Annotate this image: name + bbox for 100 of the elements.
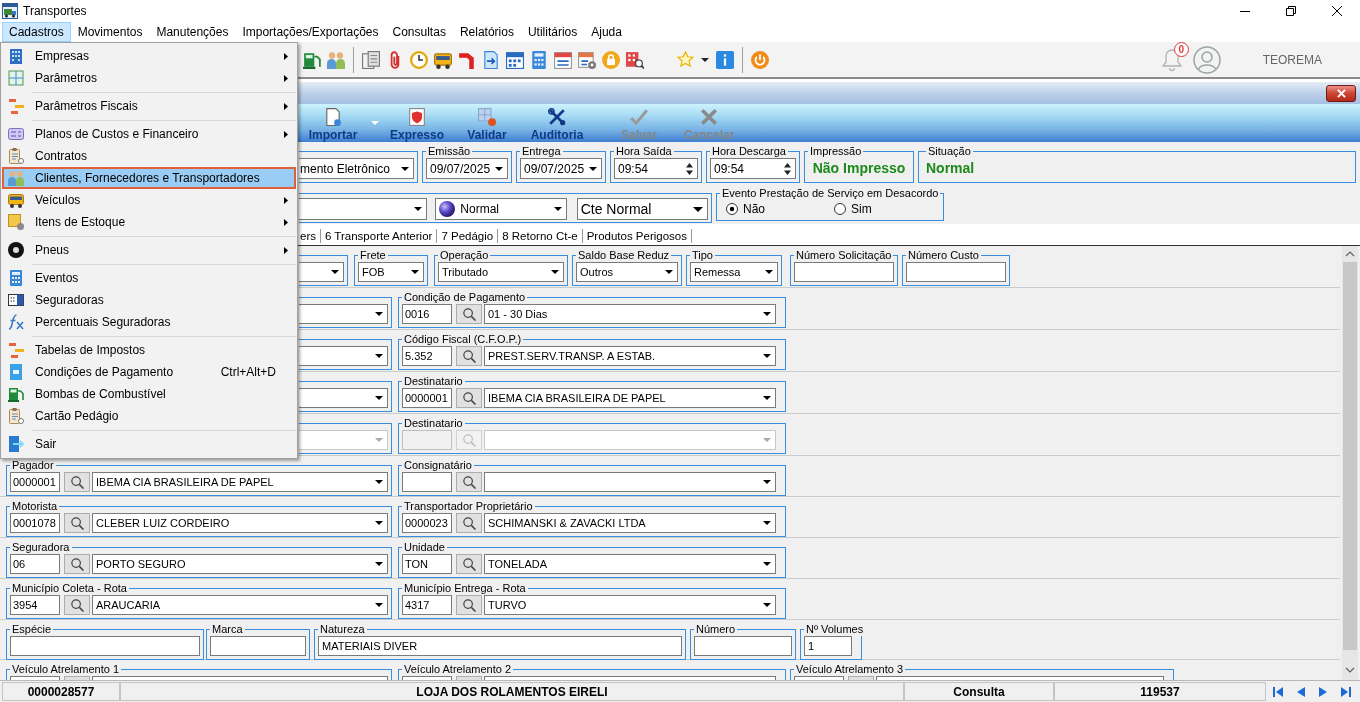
search-button[interactable] bbox=[456, 388, 482, 408]
menu-item[interactable]: Cadastros bbox=[2, 22, 71, 42]
menu-item[interactable]: Planos de Custos e Financeiro bbox=[2, 123, 296, 145]
minimize-icon[interactable] bbox=[1240, 10, 1250, 12]
restore-icon[interactable] bbox=[1286, 6, 1296, 16]
spinner-icon[interactable] bbox=[686, 162, 693, 175]
tab[interactable]: Produtos Perigosos bbox=[582, 228, 692, 243]
menu-item[interactable]: Sair bbox=[2, 433, 296, 455]
menu-item[interactable]: Relatórios bbox=[452, 22, 521, 42]
date-field[interactable]: 09/07/2025 bbox=[426, 158, 508, 179]
dropdown-field[interactable]: Cte Normal bbox=[576, 198, 708, 220]
dropdown-field[interactable] bbox=[299, 346, 388, 366]
last-record-icon[interactable] bbox=[1341, 686, 1351, 697]
dropdown-field[interactable]: IBEMA CIA BRASILEIRA DE PAPEL bbox=[92, 472, 388, 492]
dropdown-field[interactable]: PREST.SERV.TRANSP. A ESTAB. bbox=[484, 346, 776, 366]
spinner-icon[interactable] bbox=[784, 162, 791, 175]
dropdown-field[interactable]: TURVO bbox=[484, 595, 776, 615]
menu-item[interactable]: Parâmetros Fiscais bbox=[2, 95, 296, 117]
input-field[interactable] bbox=[10, 636, 200, 656]
close-button[interactable] bbox=[1326, 84, 1356, 102]
dropdown-field[interactable]: SCHIMANSKI & ZAVACKI LTDA bbox=[484, 513, 776, 533]
close-icon[interactable] bbox=[1332, 6, 1342, 16]
clock-icon[interactable] bbox=[410, 50, 428, 69]
input-field[interactable] bbox=[210, 636, 306, 656]
input-field[interactable]: 1 bbox=[804, 636, 852, 656]
dropdown-field[interactable] bbox=[484, 676, 776, 680]
menu-item[interactable]: Manutenções bbox=[149, 22, 236, 42]
search-button[interactable] bbox=[64, 554, 90, 574]
bus-icon[interactable] bbox=[434, 50, 452, 69]
toolbar-button[interactable]: Auditoria bbox=[522, 104, 592, 142]
star-icon[interactable] bbox=[677, 51, 694, 68]
toolbar-button[interactable]: Importar bbox=[298, 104, 368, 142]
input-field[interactable]: 4317 bbox=[402, 595, 452, 615]
calendar-icon[interactable] bbox=[506, 50, 524, 69]
time-field[interactable]: 09:54 bbox=[710, 158, 796, 179]
menu-item[interactable]: Consultas bbox=[385, 22, 453, 42]
menu-item[interactable]: Empresas bbox=[2, 45, 296, 67]
menu-item[interactable]: Tabelas de Impostos bbox=[2, 339, 296, 361]
date-field[interactable]: 09/07/2025 bbox=[520, 158, 602, 179]
documents-icon[interactable] bbox=[362, 50, 380, 69]
dropdown-field[interactable] bbox=[876, 676, 1164, 680]
document-arrow-icon[interactable] bbox=[482, 50, 500, 69]
tab[interactable]: 7 Pedágio bbox=[437, 228, 499, 243]
people-icon[interactable] bbox=[327, 50, 345, 69]
dropdown-field[interactable]: IBEMA CIA BRASILEIRA DE PAPEL bbox=[484, 388, 776, 408]
dropdown-field[interactable]: ARAUCARIA bbox=[92, 595, 388, 615]
input-field[interactable] bbox=[906, 262, 1006, 282]
search-button[interactable] bbox=[456, 304, 482, 324]
user-avatar-icon[interactable] bbox=[1192, 45, 1221, 74]
dropdown-field[interactable]: FOB bbox=[358, 262, 424, 282]
fuel-pump-icon[interactable] bbox=[303, 50, 321, 69]
input-field[interactable] bbox=[794, 676, 844, 680]
search-button[interactable] bbox=[456, 554, 482, 574]
input-field[interactable]: 0000001 bbox=[402, 388, 452, 408]
search-button[interactable] bbox=[64, 513, 90, 533]
dropdown-field[interactable] bbox=[299, 262, 344, 282]
menu-item[interactable]: Parâmetros bbox=[2, 67, 296, 89]
input-field[interactable]: 0016 bbox=[402, 304, 452, 324]
input-field[interactable]: 5.352 bbox=[402, 346, 452, 366]
menu-item[interactable]: Eventos bbox=[2, 267, 296, 289]
dropdown-field[interactable]: TONELADA bbox=[484, 554, 776, 574]
input-field[interactable]: MATERIAIS DIVER bbox=[318, 636, 682, 656]
menu-item[interactable]: Seguradoras bbox=[2, 289, 296, 311]
calculator-icon[interactable] bbox=[530, 50, 548, 69]
menu-item[interactable]: Pneus bbox=[2, 239, 296, 261]
calendar-gear-icon[interactable] bbox=[578, 50, 596, 69]
tab[interactable]: 8 Retorno Ct-e bbox=[498, 228, 583, 243]
search-button[interactable] bbox=[64, 472, 90, 492]
menu-item[interactable]: Itens de Estoque bbox=[2, 211, 296, 233]
dropdown-field[interactable]: Outros bbox=[576, 262, 678, 282]
input-field[interactable]: 0000023 bbox=[402, 513, 452, 533]
menu-item[interactable]: Cartão Pedágio bbox=[2, 405, 296, 427]
radio-option[interactable]: Sim bbox=[834, 200, 872, 218]
search-button[interactable] bbox=[64, 595, 90, 615]
menu-item[interactable]: Bombas de Combustível bbox=[2, 383, 296, 405]
menu-item[interactable]: Ajuda bbox=[584, 22, 629, 42]
toolbar-button[interactable]: Expresso bbox=[382, 104, 452, 142]
dropdown-field[interactable]: Remessa bbox=[690, 262, 778, 282]
input-field[interactable] bbox=[402, 676, 452, 680]
search-button[interactable] bbox=[456, 472, 482, 492]
input-field[interactable] bbox=[402, 472, 452, 492]
previous-record-icon[interactable] bbox=[1297, 686, 1305, 697]
dropdown-field[interactable]: Tributado bbox=[438, 262, 564, 282]
calendar-icon[interactable] bbox=[554, 50, 572, 69]
menu-item[interactable]: Contratos bbox=[2, 145, 296, 167]
menu-item[interactable]: Utilitários bbox=[520, 22, 585, 42]
radio-option[interactable]: Não bbox=[726, 200, 834, 218]
menu-item[interactable]: Movimentos bbox=[70, 22, 150, 42]
menu-item[interactable]: Veículos bbox=[2, 189, 296, 211]
building-search-icon[interactable] bbox=[626, 50, 644, 69]
input-field[interactable]: TON bbox=[402, 554, 452, 574]
dropdown-field[interactable] bbox=[299, 198, 428, 220]
dropdown-field[interactable] bbox=[299, 304, 388, 324]
dropdown-field[interactable] bbox=[299, 388, 388, 408]
time-field[interactable]: 09:54 bbox=[614, 158, 698, 179]
caret-icon[interactable] bbox=[701, 57, 709, 62]
vertical-scrollbar[interactable] bbox=[1342, 246, 1358, 680]
dropdown-field[interactable]: PORTO SEGURO bbox=[92, 554, 388, 574]
toolbar-button[interactable]: Validar bbox=[452, 104, 522, 142]
info-icon[interactable] bbox=[716, 50, 734, 69]
